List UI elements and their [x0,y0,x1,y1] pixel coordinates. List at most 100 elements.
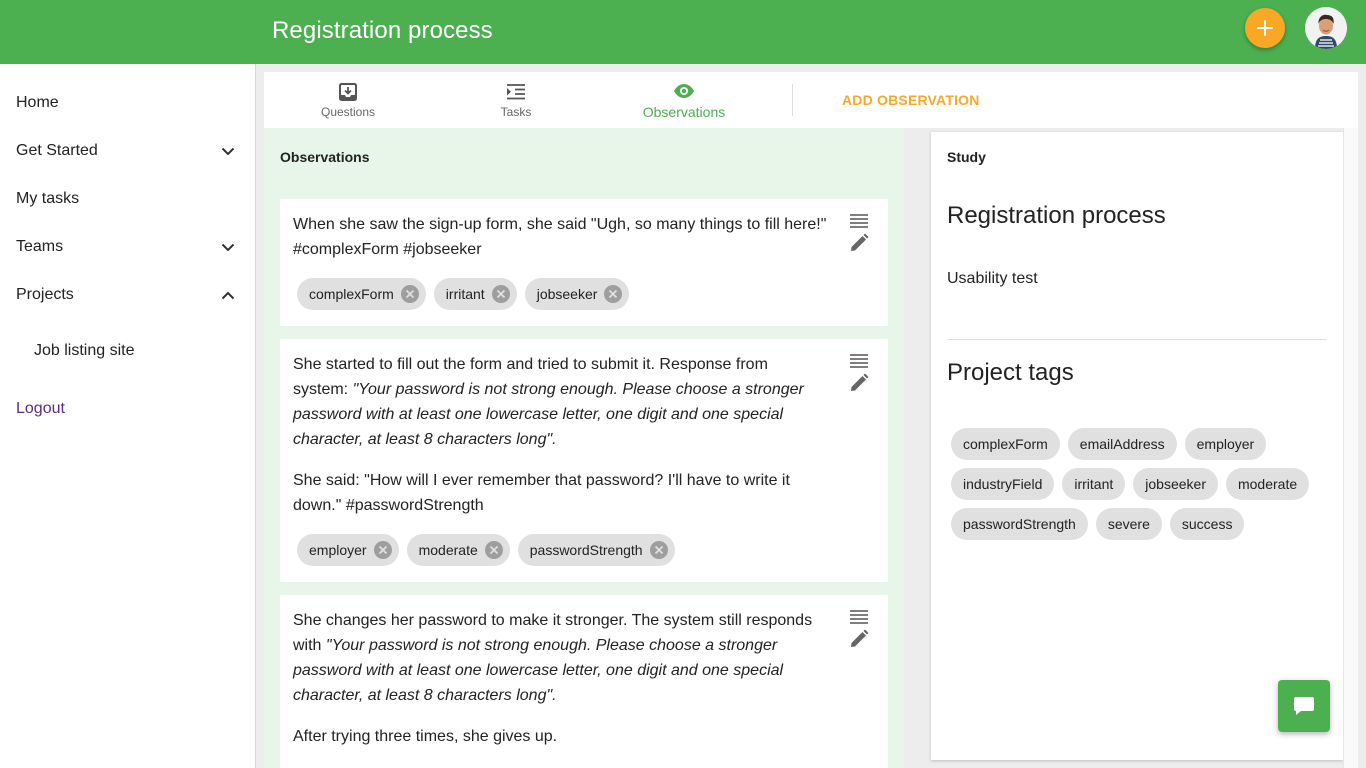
observation-card: She started to fill out the form and tri… [280,339,888,582]
study-type: Usability test [947,270,1038,287]
menu-lines-icon[interactable] [849,353,869,369]
observation-paragraph: She changes her password to make it stro… [293,608,827,708]
add-button[interactable] [1245,8,1285,48]
tab-divider [792,84,793,116]
sidebar-item-label: Home [16,94,59,111]
sidebar-item-home[interactable]: Home [16,87,240,119]
observation-text: When she saw the sign-up form, she said … [293,212,827,262]
observation-paragraph: She said: "How will I ever remember that… [293,472,790,514]
sidebar-item-label: Job listing site [34,342,135,359]
project-tag[interactable]: success [1169,508,1245,540]
tag-label: irritant [445,286,485,302]
card-actions [848,353,870,393]
sidebar-item-label: Teams [16,238,64,255]
sidebar-item-projects[interactable]: Projects [16,279,240,311]
project-tag[interactable]: irritant [1062,468,1126,500]
chat-bubble-icon [1294,697,1314,715]
sidebar-item-get-started[interactable]: Get Started [16,135,240,167]
study-label: Study [947,149,986,165]
observation-card: When she saw the sign-up form, she said … [280,199,888,326]
project-tag[interactable]: severe [1095,508,1162,540]
project-tag[interactable]: employer [1184,428,1267,460]
tag-chip[interactable]: passwordStrength [517,534,675,566]
tag-label: jobseeker [536,286,598,302]
remove-tag-icon[interactable] [484,540,504,560]
avatar[interactable] [1305,7,1347,49]
remove-tag-icon[interactable] [491,284,511,304]
remove-tag-icon[interactable] [649,540,669,560]
inbox-download-icon [337,81,359,103]
tag-label: employer [309,542,367,558]
observation-paragraph: She started to fill out the form and tri… [293,352,827,452]
sidebar-item-teams[interactable]: Teams [16,231,240,263]
card-actions [848,609,870,649]
study-title: Registration process [947,202,1166,229]
observation-text: She started to fill out the form and tri… [293,352,827,518]
menu-lines-icon[interactable] [849,609,869,625]
tag-chip[interactable]: employer [297,534,399,566]
chat-button[interactable] [1278,680,1330,732]
card-actions [848,213,870,253]
system-response-quote: "Your password is not strong enough. Ple… [293,637,784,704]
chevron-down-icon [216,235,240,259]
observations-title: Observations [280,149,370,165]
sidebar: Home Get Started My tasks Teams Projects… [0,64,256,768]
sidebar-item-label: Logout [16,400,65,417]
sidebar-item-label: Projects [16,286,74,303]
app-header: Registration process [0,0,1366,64]
page-title: Registration process [272,17,493,44]
project-tags-title: Project tags [947,359,1074,386]
tag-chip[interactable]: irritant [433,278,517,310]
tab-label: Questions [320,105,376,119]
edit-pencil-icon[interactable] [849,629,869,649]
observations-panel: Observations When she saw the sign-up fo… [264,128,904,768]
edit-pencil-icon[interactable] [849,233,869,253]
project-tag[interactable]: complexForm [951,428,1060,460]
observation-card: She changes her password to make it stro… [280,595,888,768]
project-tag[interactable]: moderate [1225,468,1310,500]
observation-tags: complexForm irritant jobseeker [297,278,630,310]
project-tag[interactable]: passwordStrength [951,508,1088,540]
project-tags-list: complexForm emailAddress employer indust… [951,428,1331,540]
sidebar-item-logout[interactable]: Logout [16,393,240,425]
sidebar-item-job-listing-site[interactable]: Job listing site [34,335,234,367]
tab-label: Observations [642,104,726,120]
scrollbar[interactable] [1343,128,1358,768]
observation-paragraph: After trying three times, she gives up. [293,728,558,745]
observation-paragraph: When she saw the sign-up form, she said … [293,216,827,258]
sidebar-item-my-tasks[interactable]: My tasks [16,183,240,215]
menu-lines-icon[interactable] [849,213,869,229]
project-tag[interactable]: jobseeker [1133,468,1218,500]
tab-observations[interactable]: Observations [600,72,768,128]
observation-text: She changes her password to make it stro… [293,608,827,749]
add-observation-button[interactable]: ADD OBSERVATION [842,72,980,128]
remove-tag-icon[interactable] [400,284,420,304]
tab-tasks[interactable]: Tasks [432,72,600,128]
tag-label: passwordStrength [529,542,643,558]
edit-pencil-icon[interactable] [849,373,869,393]
tag-chip[interactable]: complexForm [297,278,426,310]
eye-icon [673,80,695,102]
plus-icon [1257,20,1273,36]
tab-bar: Questions Tasks Observations ADD OBSERVA… [264,72,1358,128]
sidebar-item-label: My tasks [16,190,80,207]
list-indent-icon [505,81,527,103]
tag-chip[interactable]: moderate [406,534,510,566]
remove-tag-icon[interactable] [603,284,623,304]
project-tag[interactable]: emailAddress [1067,428,1177,460]
user-avatar-icon [1305,7,1347,49]
observation-tags: employer moderate passwordStrength [297,534,675,566]
divider [947,339,1327,340]
study-panel: Study Registration process Usability tes… [931,132,1343,760]
project-tag[interactable]: industryField [951,468,1055,500]
system-response-quote: "Your password is not strong enough. Ple… [293,381,804,448]
tag-label: moderate [418,542,478,558]
chevron-down-icon [216,139,240,163]
chevron-up-icon [216,283,240,307]
tab-questions[interactable]: Questions [264,72,432,128]
sidebar-item-label: Get Started [16,142,98,159]
tag-label: complexForm [309,286,394,302]
remove-tag-icon[interactable] [373,540,393,560]
tag-chip[interactable]: jobseeker [524,278,630,310]
tab-label: Tasks [500,105,532,119]
